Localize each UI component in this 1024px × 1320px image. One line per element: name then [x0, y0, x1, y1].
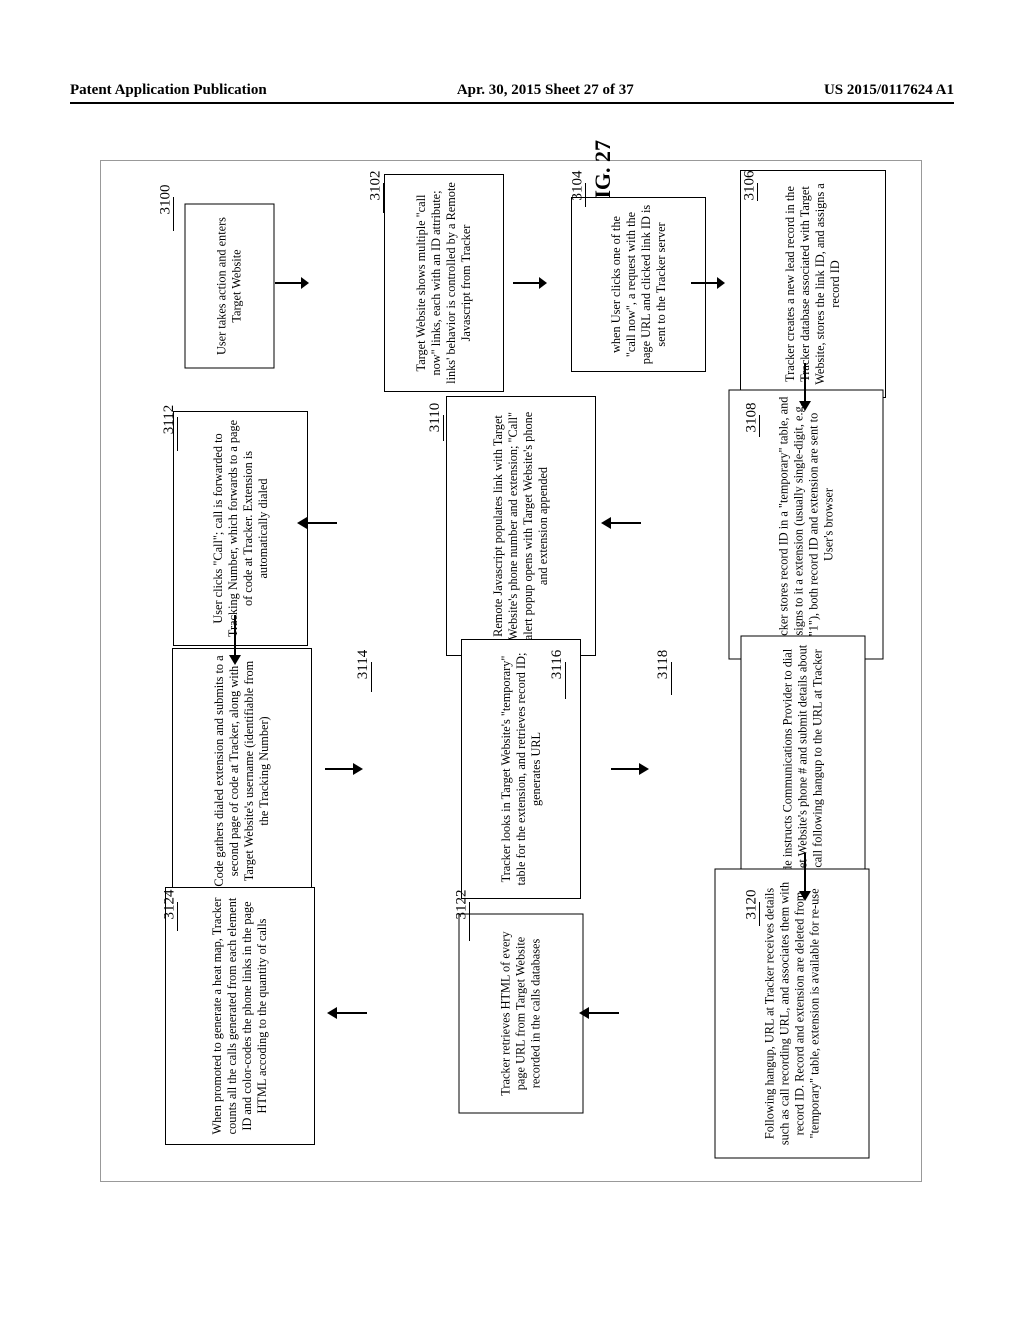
- arrow-3116-3118: [609, 757, 649, 781]
- box-3102: Target Website shows multiple "call now"…: [384, 174, 504, 392]
- arrow-3106-3108: [793, 361, 817, 411]
- header-rule: [70, 102, 954, 104]
- box-3114: Code gathers dialed extension and submit…: [172, 648, 312, 894]
- page-header: Patent Application Publication Apr. 30, …: [0, 82, 1024, 99]
- ref-3116: 3116: [549, 650, 566, 679]
- ref-3124: 3124: [162, 890, 179, 920]
- box-3122: Tracker retrieves HTML of every page URL…: [459, 914, 584, 1114]
- leader-3112: [177, 417, 178, 451]
- leader-3106: [757, 183, 758, 201]
- arrow-3100-3102: [273, 271, 309, 295]
- leader-3124: [177, 902, 178, 931]
- ref-3112: 3112: [161, 405, 178, 434]
- leader-3114: [371, 662, 372, 692]
- leader-3104: [585, 183, 586, 207]
- arrow-3104-3106: [689, 271, 725, 295]
- arrow-3114-3116: [323, 757, 363, 781]
- figure-area: FIG. 27 User takes action and enters Tar…: [100, 160, 922, 1182]
- ref-3102: 3102: [368, 171, 385, 201]
- ref-3120: 3120: [744, 890, 761, 920]
- ref-3110: 3110: [427, 403, 444, 432]
- arrow-3118-3120: [793, 851, 817, 901]
- ref-3122: 3122: [454, 890, 471, 920]
- ref-3118: 3118: [655, 650, 672, 679]
- ref-3100: 3100: [158, 185, 175, 215]
- ref-3108: 3108: [744, 403, 761, 433]
- arrow-3108-3110: [599, 511, 643, 535]
- leader-3118: [671, 662, 672, 695]
- arrow-3120-3122: [577, 1001, 621, 1025]
- box-3104: when User clicks one of the "call now", …: [571, 197, 706, 372]
- box-3100: User takes action and enters Target Webs…: [185, 204, 275, 369]
- ref-3104: 3104: [570, 171, 587, 201]
- ref-3106: 3106: [742, 171, 759, 201]
- box-3124: When promoted to generate a heat map, Tr…: [165, 887, 315, 1145]
- leader-3100: [173, 197, 174, 231]
- ref-3114: 3114: [355, 650, 372, 679]
- flowchart: FIG. 27 User takes action and enters Tar…: [101, 161, 921, 1181]
- leader-3122: [469, 902, 470, 941]
- header-left: Patent Application Publication: [70, 82, 267, 99]
- page: Patent Application Publication Apr. 30, …: [0, 0, 1024, 1320]
- box-3112: User clicks "Call"; call is forwarded to…: [173, 411, 308, 646]
- arrow-3122-3124: [325, 1001, 369, 1025]
- box-3120: Following hangup, URL at Tracker receive…: [715, 869, 870, 1159]
- leader-3108: [759, 415, 760, 437]
- header-center: Apr. 30, 2015 Sheet 27 of 37: [457, 82, 634, 99]
- header-right: US 2015/0117624 A1: [824, 82, 954, 99]
- leader-3110: [443, 415, 444, 441]
- leader-3120: [759, 902, 760, 926]
- leader-3116: [565, 662, 566, 699]
- box-3110: Remote Javascript populates link with Ta…: [446, 396, 596, 656]
- arrow-3112-3114: [223, 613, 247, 665]
- arrow-3102-3104: [511, 271, 547, 295]
- leader-3102: [383, 183, 384, 213]
- arrow-3110-3112: [295, 511, 339, 535]
